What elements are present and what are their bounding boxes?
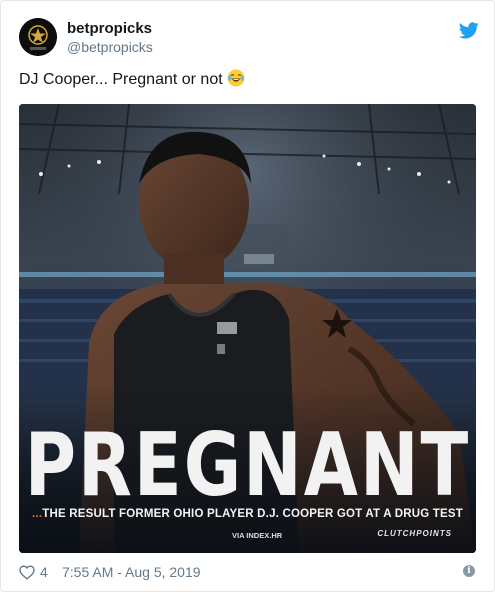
tweet-text-content: DJ Cooper... Pregnant or not	[19, 71, 223, 88]
media-subline-dots: ...	[32, 508, 43, 520]
media-subline-text: THE RESULT FORMER OHIO PLAYER D.J. COOPE…	[42, 508, 463, 520]
user-handle[interactable]: @betpropicks	[67, 38, 153, 56]
tweet-text: DJ Cooper... Pregnant or not	[19, 69, 245, 91]
media-subline: ...THE RESULT FORMER OHIO PLAYER D.J. CO…	[19, 508, 476, 520]
tweet-header: betpropicks @betpropicks	[19, 18, 479, 58]
tweet-timestamp[interactable]: 7:55 AM - Aug 5, 2019	[62, 564, 201, 580]
tweet-footer: 4 7:55 AM - Aug 5, 2019 i	[19, 563, 479, 583]
laughing-emoji-icon	[227, 69, 245, 87]
media-watermark: CLUTCHPOINTS	[377, 529, 452, 538]
like-count[interactable]: 4	[40, 564, 48, 580]
media-via-credit: VIA INDEX.HR	[232, 531, 283, 540]
media-headline: PREGNANT	[24, 413, 471, 516]
like-heart-icon[interactable]	[19, 565, 35, 580]
twitter-bird-icon[interactable]	[458, 22, 479, 39]
avatar[interactable]	[19, 18, 57, 56]
display-name[interactable]: betpropicks	[67, 20, 153, 38]
info-icon[interactable]: i	[463, 565, 475, 577]
avatar-logo-icon	[19, 18, 57, 56]
tweet-media-image[interactable]: PREGNANT ...THE RESULT FORMER OHIO PLAYE…	[19, 104, 476, 553]
tweet-card: betpropicks @betpropicks DJ Cooper... Pr…	[0, 0, 495, 592]
user-names[interactable]: betpropicks @betpropicks	[67, 20, 153, 56]
